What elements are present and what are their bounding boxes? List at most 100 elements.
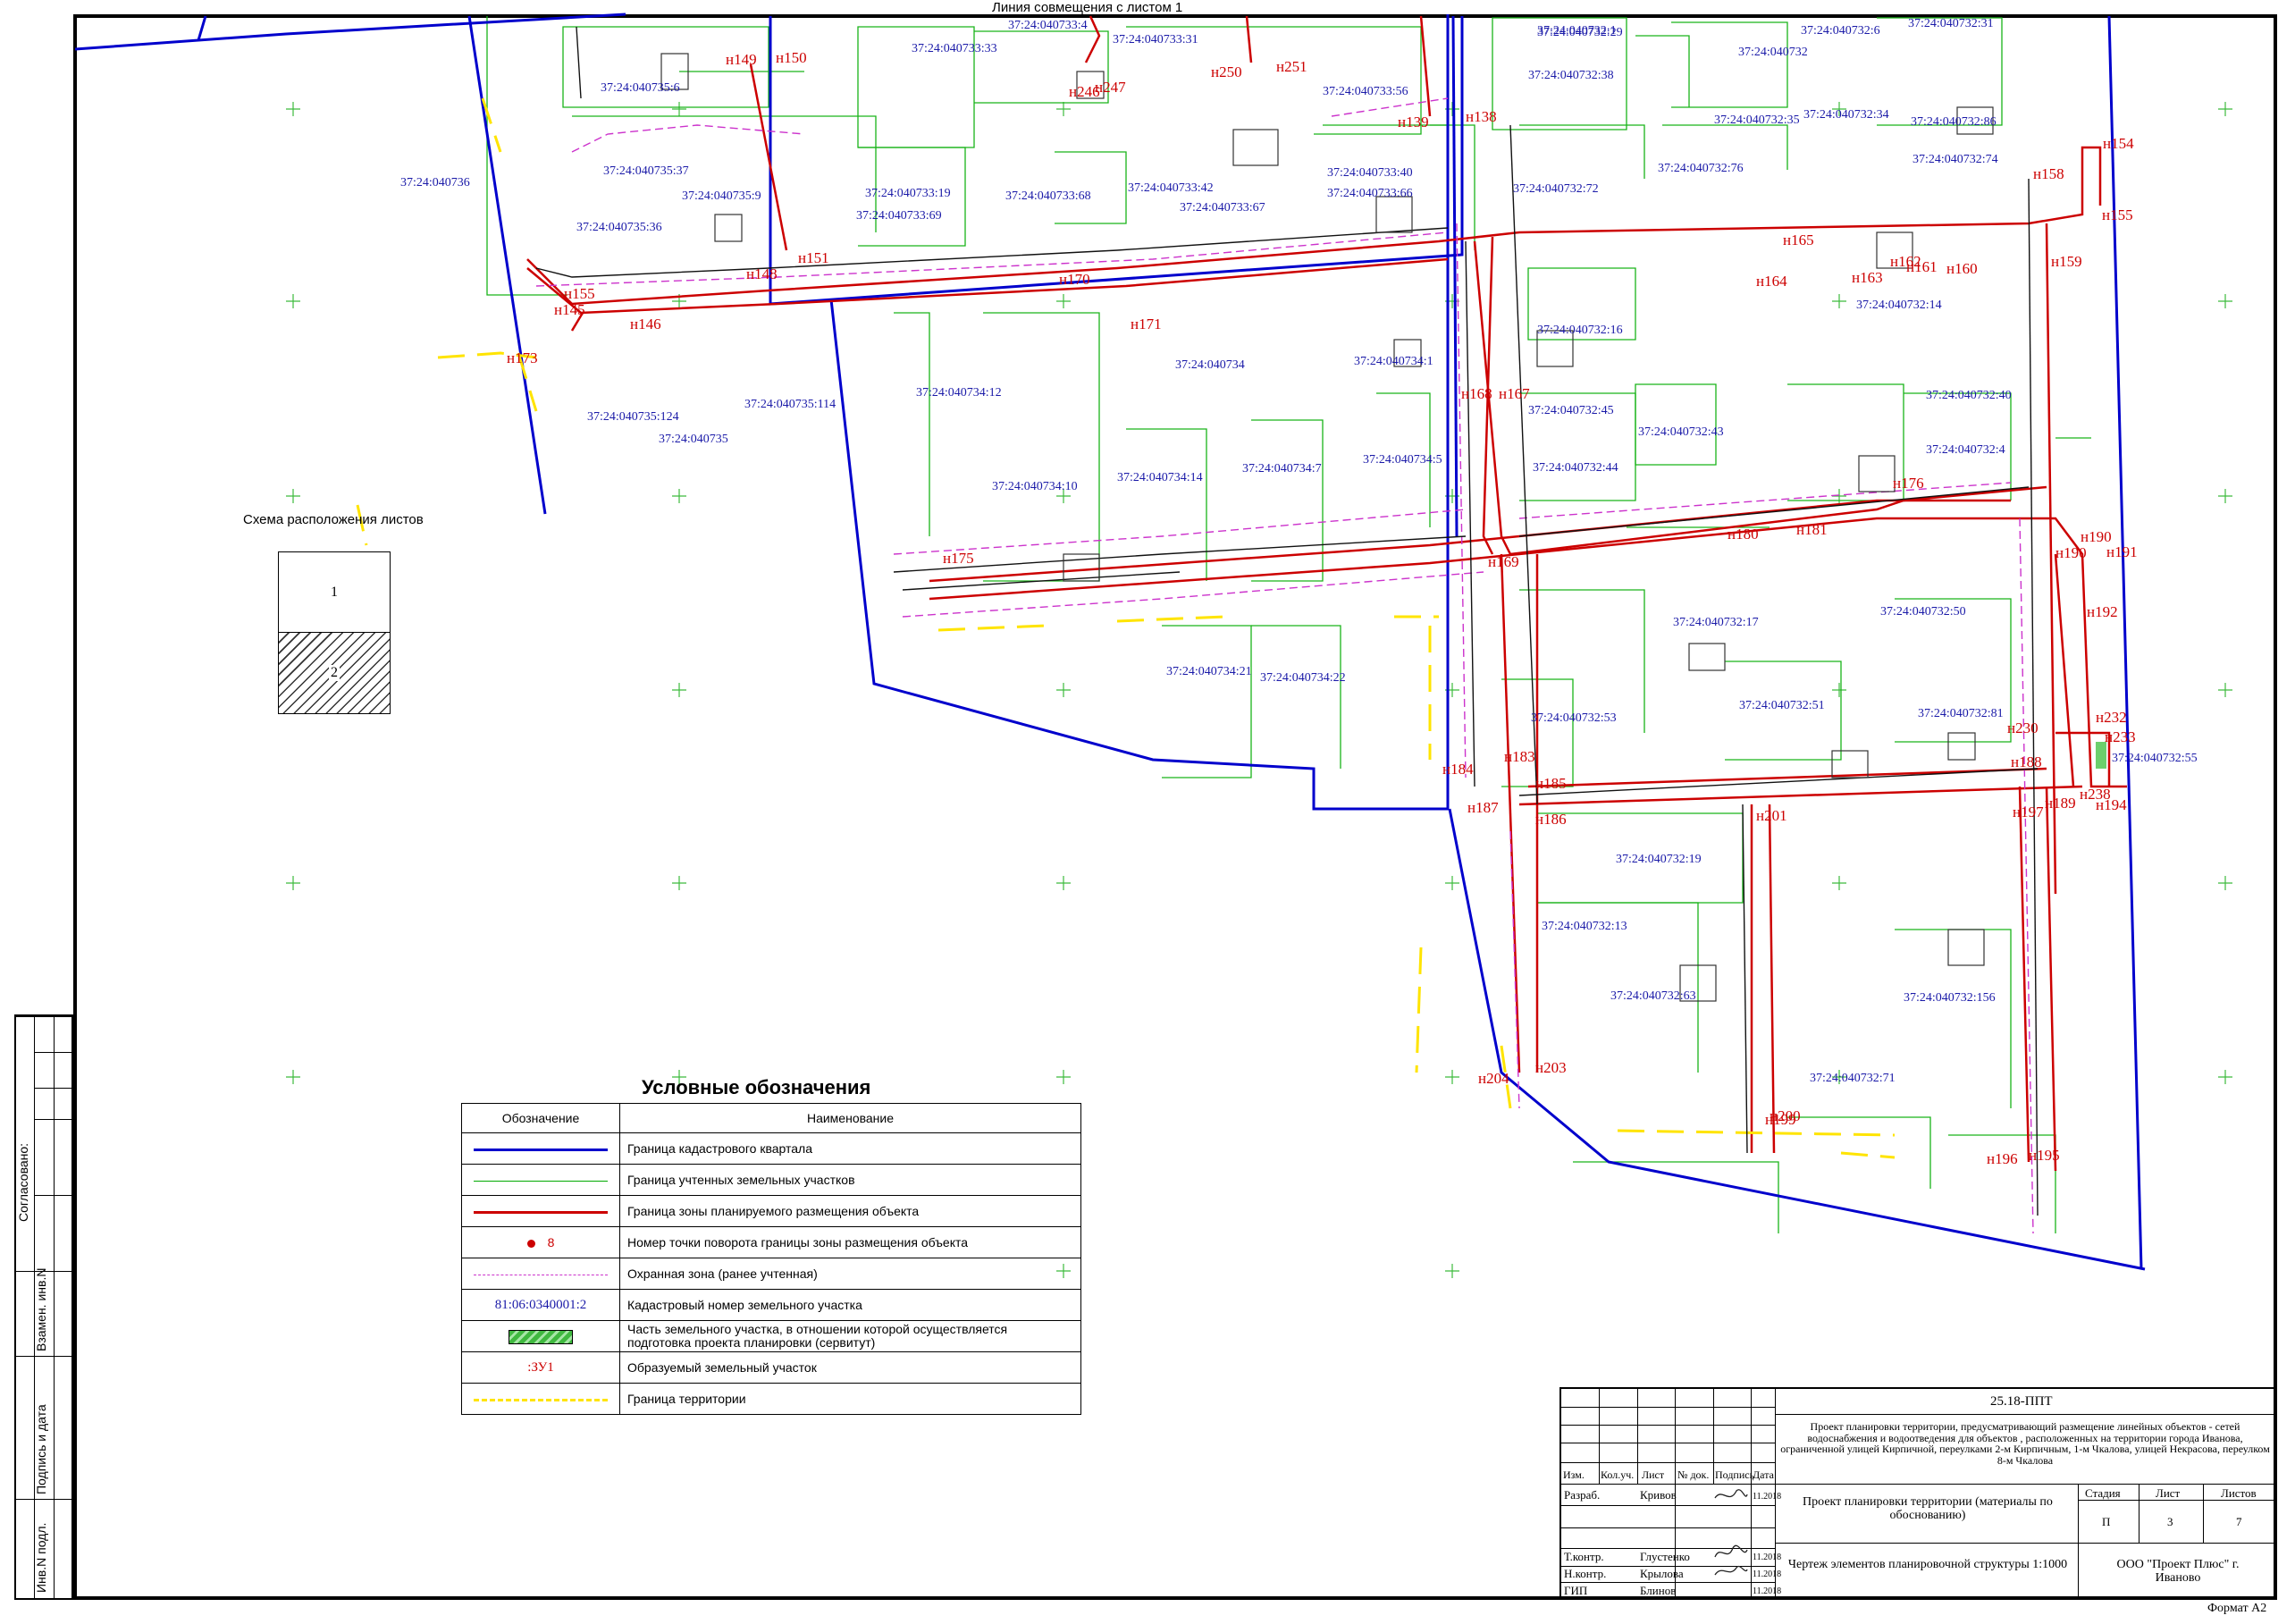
cadastral-number-label: 37:24:040733:66 bbox=[1327, 187, 1413, 200]
drawing-sheet: { "header":{"match_line":"Линия совмещен… bbox=[0, 0, 2295, 1624]
turning-point-label: н203 bbox=[1535, 1059, 1567, 1076]
tb-date: 11.2018 bbox=[1753, 1552, 1782, 1562]
cadastral-number-label: 37:24:040735:37 bbox=[603, 164, 689, 178]
turning-point-label: н187 bbox=[1467, 799, 1499, 816]
grid-cross bbox=[1056, 1070, 1071, 1084]
legend-col-symbol: Обозначение bbox=[461, 1103, 620, 1133]
stage-header: Стадия bbox=[2085, 1486, 2121, 1500]
turning-point-label: н163 bbox=[1852, 269, 1883, 286]
cadastral-number-label: 37:24:040735:9 bbox=[682, 189, 761, 203]
tb-date: 11.2018 bbox=[1753, 1492, 1782, 1502]
title-block: 25.18-ППТ Проект планировки территории, … bbox=[1559, 1387, 2276, 1600]
tb-person: Крылова bbox=[1640, 1567, 1684, 1580]
legend-point-number: 8 bbox=[547, 1235, 555, 1250]
green-hatch-swatch bbox=[509, 1329, 573, 1344]
turning-point-label: н184 bbox=[1442, 761, 1474, 778]
grid-cross bbox=[1445, 876, 1459, 890]
schema-sheet-1: 1 bbox=[279, 552, 390, 633]
cadastral-number-label: 37:24:040732:29 bbox=[1537, 26, 1623, 39]
turning-point-label: н155 bbox=[564, 285, 595, 302]
turning-point-label: н185 bbox=[1535, 775, 1567, 792]
grid-cross bbox=[1832, 294, 1846, 308]
cadastral-number-label: 37:24:040733:19 bbox=[865, 187, 951, 200]
cadastral-number-label: 37:24:040735 bbox=[659, 433, 728, 446]
legend-col-name: Наименование bbox=[619, 1103, 1081, 1133]
tb-role: Разраб. bbox=[1564, 1488, 1601, 1502]
turning-point-label: н201 bbox=[1756, 807, 1787, 824]
agreed-label: Согласовано: bbox=[16, 1142, 30, 1222]
schema-sheet-2: 2 bbox=[279, 633, 390, 713]
stage-value: П bbox=[2102, 1515, 2111, 1528]
inv-original-label: Инв.N подл. bbox=[34, 1522, 48, 1593]
turning-point-label: н150 bbox=[776, 49, 807, 66]
tb-header: Лист bbox=[1642, 1468, 1665, 1481]
turning-point-label: н165 bbox=[1783, 231, 1814, 248]
turning-point-label: н233 bbox=[2105, 728, 2136, 745]
sheets-header: Листов bbox=[2221, 1486, 2257, 1500]
grid-cross bbox=[672, 102, 686, 116]
legend-text: Граница учтенных земельных участков bbox=[619, 1164, 1081, 1196]
cadastral-number-label: 37:24:040734:21 bbox=[1166, 665, 1252, 678]
grid-cross bbox=[286, 294, 300, 308]
cadastral-number-label: 37:24:040732:72 bbox=[1513, 182, 1599, 196]
turning-point-label: н151 bbox=[798, 249, 829, 266]
cadastral-number-label: 37:24:040734:7 bbox=[1242, 462, 1322, 475]
legend-new-plot-sample: :ЗУ1 bbox=[461, 1351, 620, 1384]
grid-cross bbox=[2218, 294, 2232, 308]
cadastral-number-label: 37:24:040732:63 bbox=[1610, 989, 1696, 1003]
turning-point-label: н181 bbox=[1796, 521, 1828, 538]
turning-point-label: н145 bbox=[554, 301, 585, 318]
cadastral-number-label: 37:24:040732:17 bbox=[1673, 616, 1759, 629]
grid-cross bbox=[1056, 876, 1071, 890]
turning-point-label: н154 bbox=[2103, 135, 2134, 152]
cadastral-number-label: 37:24:040734:5 bbox=[1363, 453, 1442, 467]
legend-text: Граница территории bbox=[619, 1383, 1081, 1415]
legend-row: 81:06:0340001:2 Кадастровый номер земельн… bbox=[461, 1289, 1081, 1321]
turning-point-label: н199 bbox=[1765, 1111, 1796, 1128]
turning-point-label: н139 bbox=[1398, 114, 1429, 130]
grid-cross bbox=[1056, 294, 1071, 308]
sheet-header: Лист bbox=[2156, 1486, 2181, 1500]
cadastral-number-label: 37:24:040733:56 bbox=[1323, 85, 1408, 98]
turning-point-label: н168 bbox=[1461, 385, 1492, 402]
legend-text: Граница зоны планируемого размещения объ… bbox=[619, 1195, 1081, 1227]
tb-date: 11.2018 bbox=[1753, 1569, 1782, 1579]
grid-cross bbox=[672, 876, 686, 890]
turning-point-label: н146 bbox=[630, 316, 661, 332]
grid-cross bbox=[2218, 1070, 2232, 1084]
legend-row: Граница зоны планируемого размещения объ… bbox=[461, 1195, 1081, 1227]
grid-cross bbox=[1445, 1070, 1459, 1084]
turning-point-label: н170 bbox=[1059, 271, 1090, 288]
cadastral-number-label: 37:24:040732:43 bbox=[1638, 425, 1724, 439]
tb-header: № док. bbox=[1677, 1468, 1710, 1481]
cadastral-number-label: 37:24:040733:69 bbox=[856, 209, 942, 223]
grid-cross bbox=[2218, 683, 2232, 697]
grid-cross bbox=[2218, 489, 2232, 503]
turning-point-label: н149 bbox=[726, 51, 757, 68]
turning-point-label: н230 bbox=[2007, 719, 2039, 736]
turning-point-label: н158 bbox=[2033, 165, 2064, 182]
doc-title: Проект планировки территории (материалы … bbox=[1803, 1495, 2053, 1522]
blue-line-swatch bbox=[474, 1148, 608, 1151]
turning-point-label: н197 bbox=[2013, 804, 2044, 820]
tb-header: Кол.уч. bbox=[1601, 1468, 1635, 1481]
schema-title: Схема расположения листов bbox=[243, 512, 424, 527]
grid-cross bbox=[286, 102, 300, 116]
cadastral-number-label: 37:24:040732:14 bbox=[1856, 299, 1942, 312]
cadastral-number-label: 37:24:040732:31 bbox=[1908, 17, 1994, 30]
cadastral-number-label: 37:24:040732:40 bbox=[1926, 389, 2012, 402]
map-drawing bbox=[74, 13, 2232, 1278]
cadastral-number-label: 37:24:040732:6 bbox=[1801, 24, 1880, 38]
legend-text: Кадастровый номер земельного участка bbox=[619, 1289, 1081, 1321]
easement-patch bbox=[2096, 742, 2106, 769]
grid-cross bbox=[2218, 102, 2232, 116]
grid-cross bbox=[1445, 1264, 1459, 1278]
cadastral-number-label: 37:24:040732:53 bbox=[1531, 711, 1617, 725]
turning-point-label: н164 bbox=[1756, 273, 1787, 290]
sign-date-label: Подпись и дата bbox=[34, 1404, 48, 1494]
turning-point-label: н148 bbox=[746, 265, 778, 282]
approval-strip: Согласовано: Взамен. инв.N Подпись и дат… bbox=[14, 1014, 73, 1600]
legend-title: Условные обозначения bbox=[642, 1076, 871, 1098]
turning-point-label: н180 bbox=[1728, 526, 1759, 543]
cadastral-number-label: 37:24:040733:40 bbox=[1327, 166, 1413, 180]
